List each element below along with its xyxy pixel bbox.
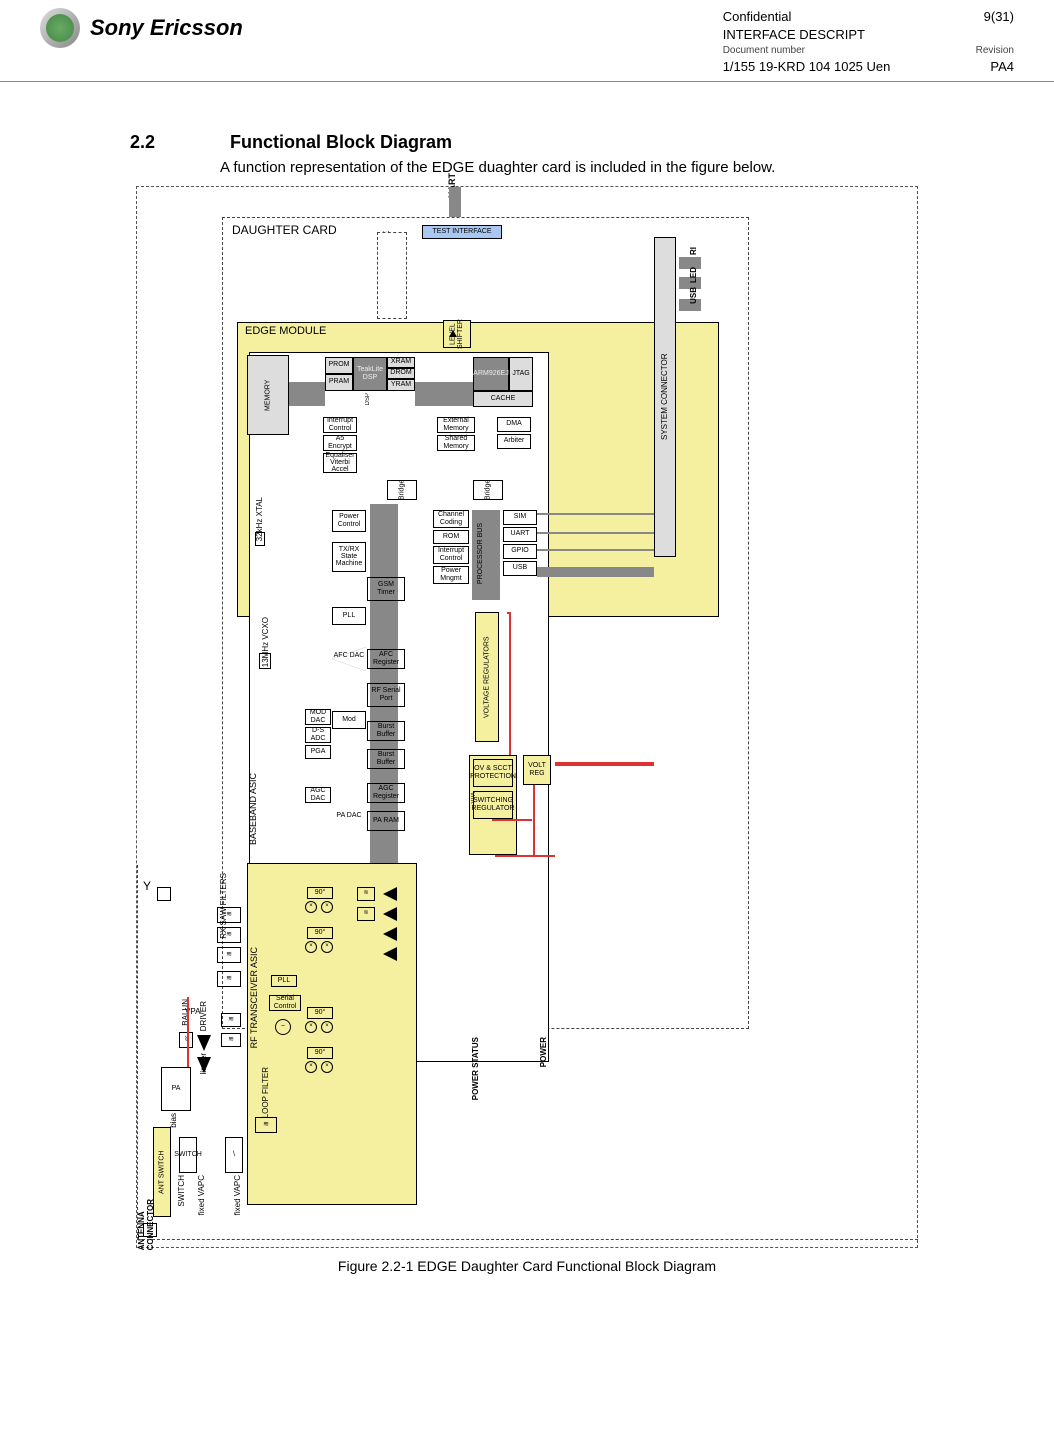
gpio-box: GPIO — [503, 544, 537, 559]
burst-buf1: Burst Buffer — [367, 721, 405, 741]
pa-ram-box: PA RAM — [367, 811, 405, 831]
sim-interface-pad — [377, 232, 407, 319]
txrx-sm-box: TX/RX State Machine — [332, 542, 366, 572]
sim-box: SIM — [503, 510, 537, 525]
eq-viterbi-box: Equaliser Viterbi Accel — [323, 453, 357, 473]
arm-box: ARM926EJ — [473, 357, 509, 391]
pll-box: PLL — [332, 607, 366, 625]
usbline-icon — [537, 567, 654, 577]
memory-box: MEMORY — [247, 355, 289, 435]
redline-c-icon — [495, 855, 555, 857]
bridge-right: Bridge — [473, 480, 503, 500]
section-number: 2.2 — [130, 132, 230, 153]
baseband-asic-label: BASEBAND ASIC — [248, 773, 258, 845]
processor-bus-label: PROCESSOR BUS — [477, 523, 484, 584]
memory-bus-icon — [289, 382, 325, 406]
mod-box: Mod — [332, 711, 366, 729]
afc-dac-label: AFC DAC — [332, 645, 366, 667]
voltage-regulators-box: VOLTAGE REGULATORS — [475, 612, 499, 742]
bridge-left: Bridge — [387, 480, 417, 500]
teak-box: TeakLite DSP — [353, 357, 387, 391]
agc-dac-box: AGC DAC — [305, 787, 331, 803]
confidential-label: Confidential — [723, 8, 792, 26]
edge-module-label: EDGE MODULE — [245, 325, 326, 337]
int-ctrl2-box: Interrupt Control — [433, 546, 469, 564]
gsm-timer-box: GSM Timer — [367, 577, 405, 601]
system-connector-box: SYSTEM CONNECTOR — [654, 237, 676, 557]
mod-dac-box: MOD DAC — [305, 709, 331, 725]
a5-box: A5 Encrypt — [323, 435, 357, 451]
dsp-arm-bus-icon — [415, 382, 473, 406]
content-area: 2.2Functional Block Diagram A function r… — [0, 82, 1054, 1304]
pga-box: PGA — [305, 745, 331, 759]
rf-serial-box: RF Serial Port — [367, 683, 405, 707]
figure-caption: Figure 2.2-1 EDGE Daughter Card Function… — [70, 1258, 984, 1274]
header-meta: Confidential 9(31) INTERFACE DESCRIPT Doc… — [723, 8, 1014, 77]
redline-e-icon — [492, 819, 532, 821]
dsp-label: DSP — [365, 393, 371, 405]
level-shifter-box: LEVEL SHIFTER — [443, 320, 471, 348]
ov-scct-box: OV & SCCT PROTECTION — [473, 759, 513, 787]
red-power-sys-icon — [555, 762, 654, 766]
int-ctrl-box: Interrupt Control — [323, 417, 357, 433]
arbiter-box: Arbiter — [497, 434, 531, 449]
agc-reg-box: AGC Register — [367, 783, 405, 803]
shared-memory-box: Shared Memory — [437, 435, 475, 451]
drom-box: DROM — [387, 368, 415, 379]
page-number: 9(31) — [984, 8, 1014, 26]
redline-d-icon — [533, 785, 535, 857]
gpioline-icon — [537, 549, 654, 551]
arrow-uart-icon — [449, 187, 461, 217]
uart-box: UART — [503, 527, 537, 542]
doc-title: INTERFACE DESCRIPT — [723, 26, 865, 44]
prom-box: PROM — [325, 357, 353, 374]
led-ext-label: LED — [689, 267, 698, 283]
triangle-icon — [449, 330, 457, 337]
test-interface-box: TEST INTERFACE — [422, 225, 502, 239]
redline-b-icon — [509, 612, 511, 755]
power-ctrl-box: Power Control — [332, 510, 366, 532]
revision-label: Revision — [976, 44, 1014, 58]
burst-buf2: Burst Buffer — [367, 749, 405, 769]
xtal-icon — [255, 532, 265, 546]
section-heading: Functional Block Diagram — [230, 132, 452, 152]
afc-reg-box: AFC Register — [367, 649, 405, 669]
volt-reg-box: VOLT REG — [523, 755, 551, 785]
brand-logo: Sony Ericsson — [40, 8, 243, 48]
ds-adc-box: D-S ADC — [305, 727, 331, 743]
section-title: 2.2Functional Block Diagram — [130, 132, 984, 153]
usb-box: USB — [503, 561, 537, 576]
cache-box: CACHE — [473, 391, 533, 407]
pa-dac-label: PA DAC — [332, 807, 366, 825]
docnum-label: Document number — [723, 44, 805, 58]
chan-coding-box: Channel Coding — [433, 510, 469, 528]
ri-ext-label: RI — [689, 247, 698, 255]
docnum: 1/155 19-KRD 104 1025 Uen — [723, 58, 891, 76]
lower-dash-outline — [137, 865, 918, 1240]
pram-box: PRAM — [325, 374, 353, 391]
ext-memory-box: External Memory — [437, 417, 475, 433]
pwr-mgmt-box: Power Mngmt — [433, 566, 469, 584]
dma-box: DMA — [497, 417, 531, 432]
jtag-box: JTAG — [509, 357, 533, 391]
usb-ext-label: USB — [689, 287, 698, 304]
switching-reg-box: SWITCHING REGULATOR — [473, 791, 513, 819]
logo-sphere-icon — [40, 8, 80, 48]
yram-box: YRAM — [387, 379, 415, 391]
simline-icon — [537, 513, 654, 515]
vcxo-icon — [259, 653, 271, 669]
rom-box: ROM — [433, 530, 469, 544]
uartline-icon — [537, 532, 654, 534]
revision: PA4 — [990, 58, 1014, 76]
section-paragraph: A function representation of the EDGE du… — [220, 159, 984, 176]
brand-text: Sony Ericsson — [90, 15, 243, 41]
block-diagram: UART DAUGHTER CARD SIM INTERFACE TEST IN… — [136, 186, 918, 1248]
document-header: Sony Ericsson Confidential 9(31) INTERFAC… — [0, 0, 1054, 82]
xram-box: XRAM — [387, 357, 415, 368]
